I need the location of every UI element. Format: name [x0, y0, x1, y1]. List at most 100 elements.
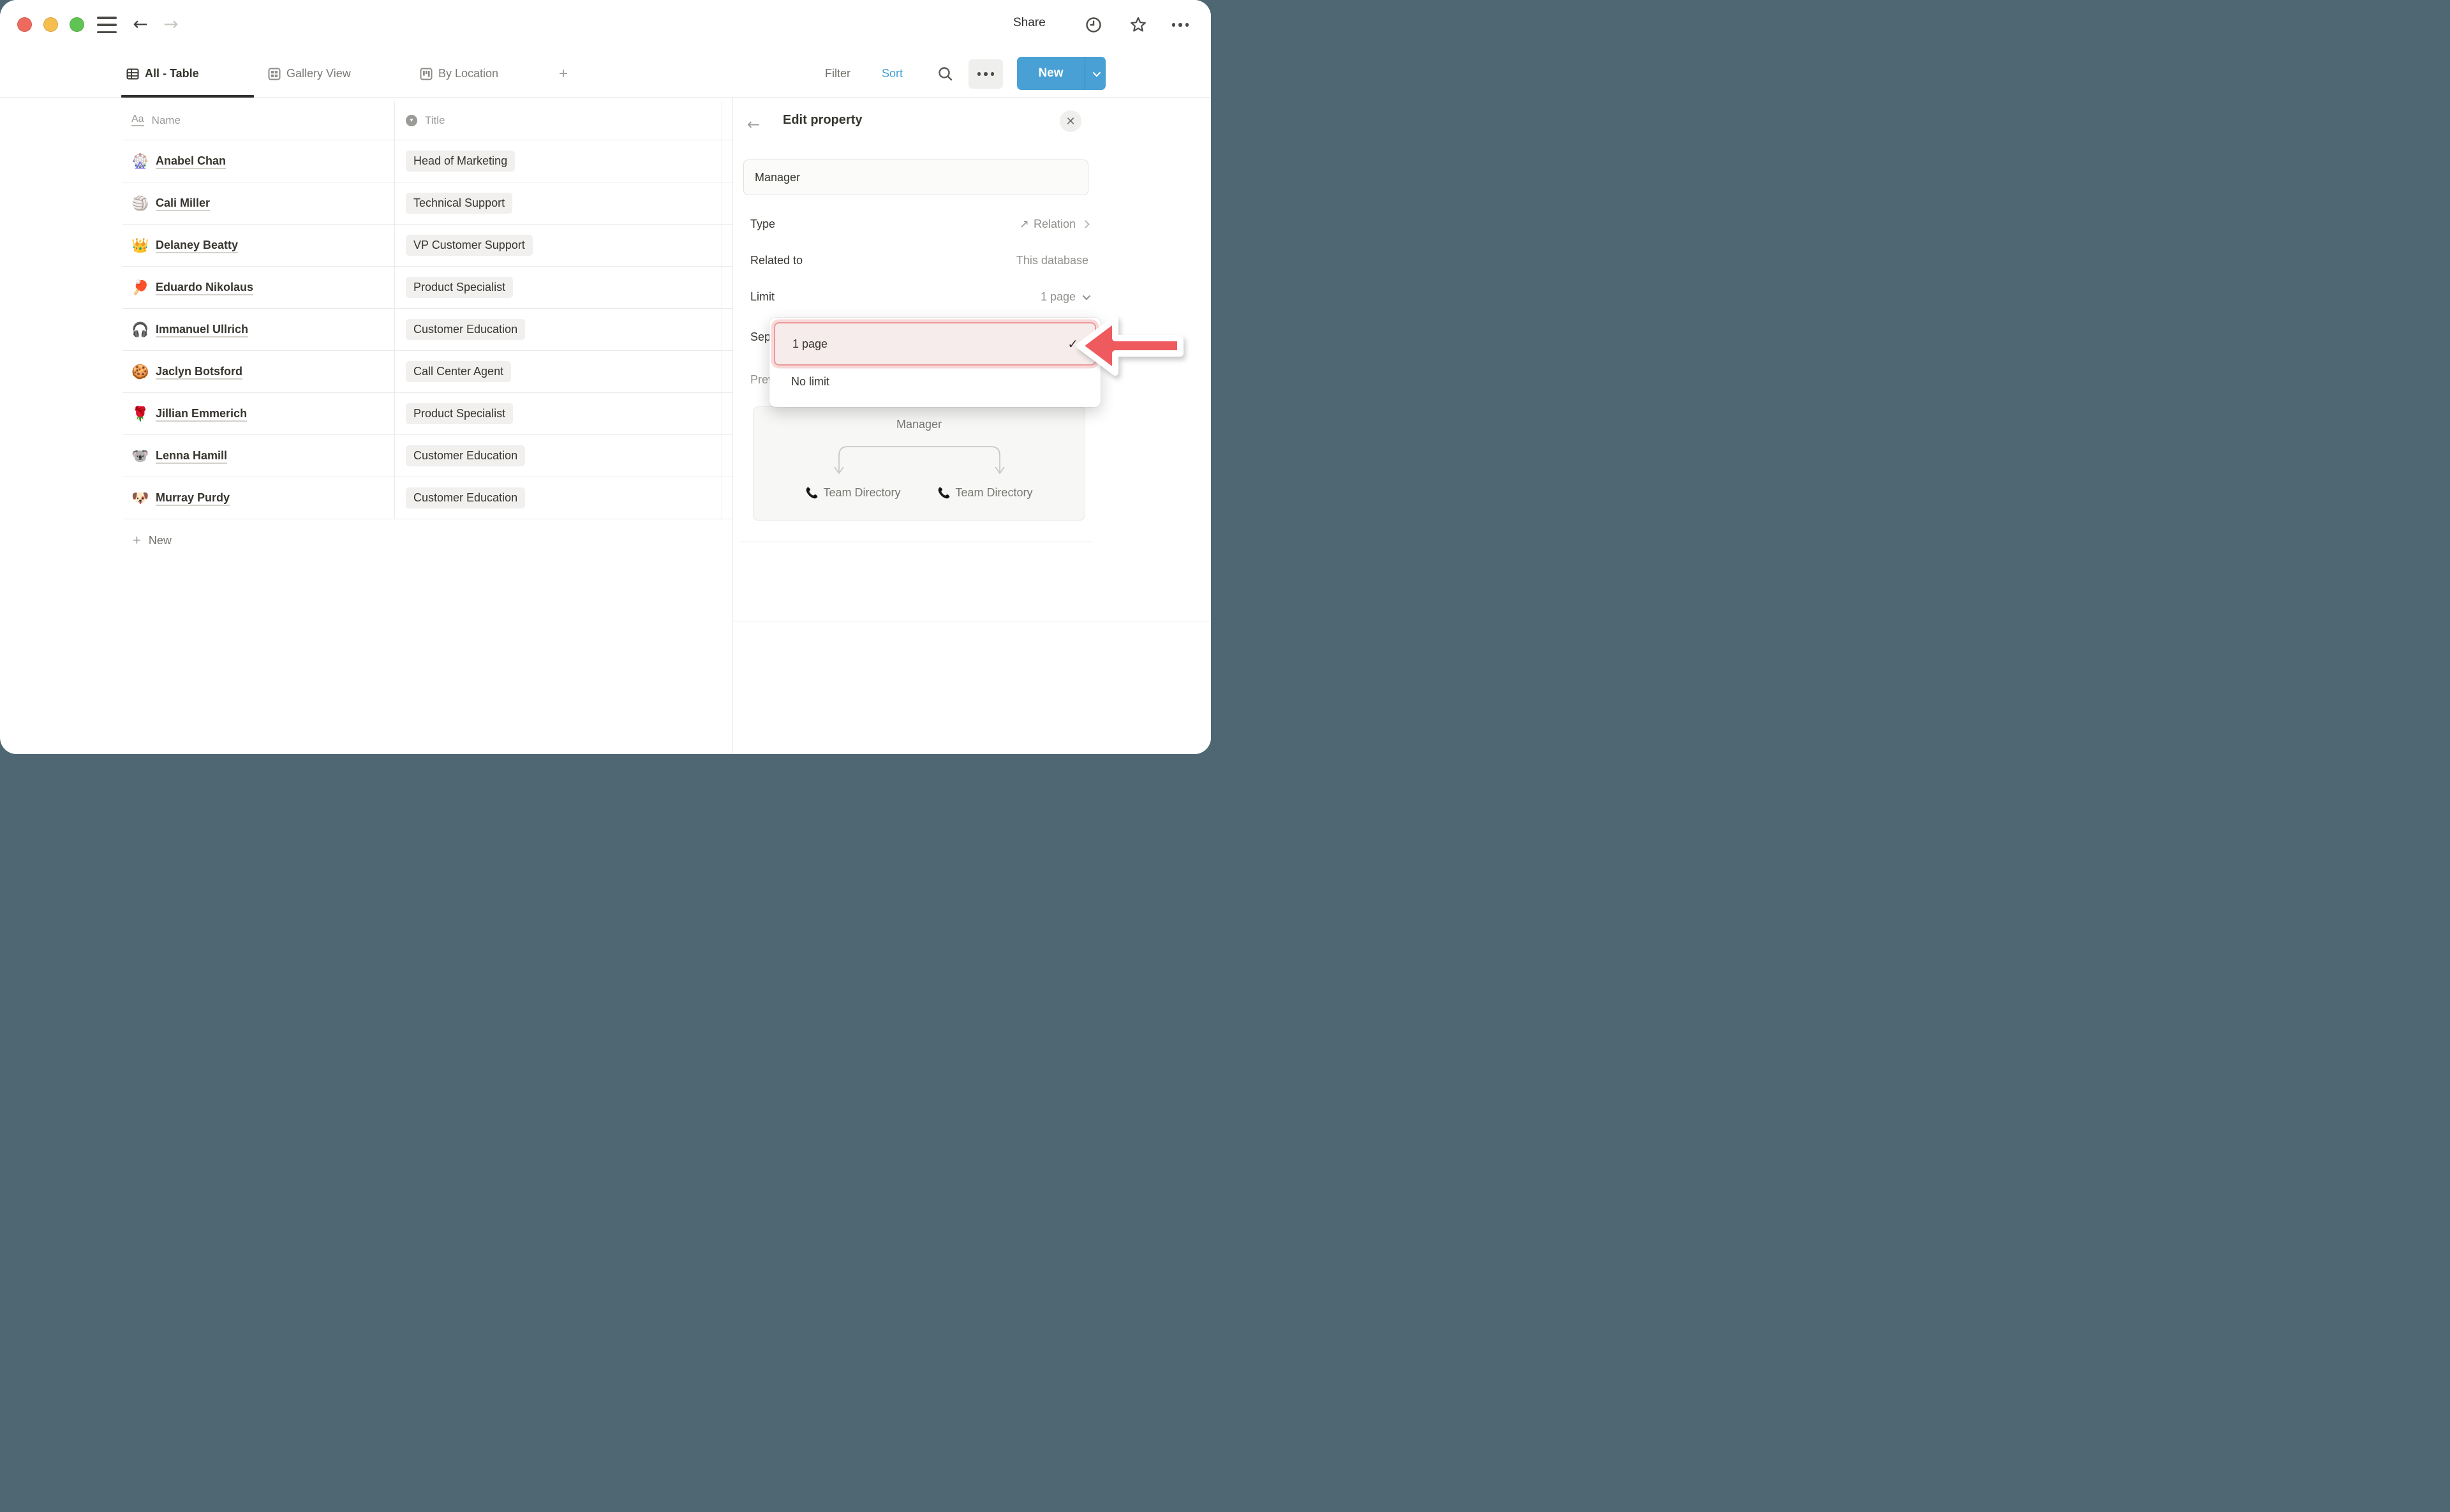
database-table: Aa Name ▼ Title 🎡 Anabel Chan Head of Mar…: [122, 101, 733, 561]
limit-dropdown-menu: 1 page ✓ No limit: [769, 318, 1101, 407]
column-header-title[interactable]: ▼ Title: [394, 114, 733, 127]
new-row-button[interactable]: + New: [122, 519, 733, 561]
title-value[interactable]: Customer Education: [406, 487, 525, 508]
chevron-down-icon: [1083, 292, 1091, 300]
table-row[interactable]: 👑 Delaney Beatty VP Customer Support: [122, 225, 733, 267]
page-emoji: 🎧: [131, 322, 148, 338]
page-emoji: 🏓: [131, 279, 148, 296]
gallery-view-icon: [268, 68, 281, 80]
minimize-window-button[interactable]: [43, 17, 58, 32]
active-tab-underline: [121, 95, 254, 98]
field-label-type: Type: [750, 218, 775, 231]
page-name-link[interactable]: Jillian Emmerich: [156, 407, 247, 420]
page-emoji: 🌹: [131, 406, 148, 422]
traffic-lights: [17, 17, 84, 32]
page-emoji: 🐨: [131, 448, 148, 464]
table-row[interactable]: 🌹 Jillian Emmerich Product Specialist: [122, 393, 733, 435]
title-value[interactable]: Product Specialist: [406, 403, 513, 424]
page-name-link[interactable]: Eduardo Nikolaus: [156, 281, 253, 294]
limit-option-1-page[interactable]: 1 page ✓: [774, 322, 1096, 366]
close-window-button[interactable]: [17, 17, 32, 32]
page-name-link[interactable]: Cali Miller: [156, 196, 210, 210]
field-value-limit[interactable]: 1 page: [878, 290, 1088, 304]
tab-by-location[interactable]: By Location: [420, 50, 498, 98]
title-value[interactable]: Customer Education: [406, 319, 525, 340]
title-value[interactable]: VP Customer Support: [406, 235, 533, 256]
title-property-icon: Aa: [131, 114, 144, 126]
panel-back-icon[interactable]: ←: [747, 115, 760, 133]
column-divider[interactable]: [394, 101, 395, 519]
table-row[interactable]: 🍪Jaclyn Botsford Call Center Agent: [122, 351, 733, 393]
field-label-separate-clipped: Sep: [750, 330, 771, 344]
sidebar-menu-icon[interactable]: [97, 17, 117, 33]
column-header-name[interactable]: Aa Name: [122, 114, 394, 127]
property-name-input[interactable]: Manager: [743, 159, 1088, 195]
favorite-star-icon[interactable]: [1127, 14, 1150, 36]
share-button[interactable]: Share: [1013, 16, 1046, 30]
relation-branch-lines: [830, 438, 1009, 480]
field-label-related-to: Related to: [750, 254, 803, 267]
title-value[interactable]: Head of Marketing: [406, 151, 515, 172]
new-button[interactable]: New: [1017, 57, 1085, 90]
new-dropdown-button[interactable]: [1085, 57, 1106, 90]
field-value-related-to[interactable]: This database: [878, 254, 1088, 267]
page-name-link[interactable]: Anabel Chan: [156, 154, 226, 168]
tab-label: By Location: [438, 67, 498, 80]
title-value[interactable]: Technical Support: [406, 193, 512, 214]
page-emoji: 🎡: [131, 153, 148, 170]
preview-root-label: Manager: [754, 418, 1085, 431]
panel-close-icon[interactable]: ✕: [1060, 110, 1081, 132]
table-row[interactable]: 🏓 Eduardo Nikolaus Product Specialist: [122, 267, 733, 309]
page-name-link[interactable]: Lenna Hamill: [156, 449, 227, 463]
board-view-icon: [420, 68, 433, 80]
table-row[interactable]: 🎧 Immanuel Ullrich Customer Education: [122, 309, 733, 351]
page-emoji: 👑: [131, 237, 148, 254]
title-value[interactable]: Call Center Agent: [406, 361, 511, 382]
column-label: Title: [425, 114, 445, 127]
relation-arrow-icon: ↗: [1020, 218, 1029, 231]
page-name-link[interactable]: Murray Purdy: [156, 491, 230, 505]
updates-clock-icon[interactable]: [1082, 14, 1105, 36]
sort-button[interactable]: Sort: [882, 50, 903, 98]
add-view-button[interactable]: +: [559, 50, 568, 98]
related-page-label: Team Directory: [823, 486, 900, 500]
back-arrow-icon[interactable]: ←: [128, 11, 153, 37]
annotation-arrow-icon: [1073, 311, 1191, 381]
tab-label: All - Table: [145, 67, 199, 80]
table-row[interactable]: 🎡 Anabel Chan Head of Marketing: [122, 140, 733, 182]
table-header-row: Aa Name ▼ Title: [122, 101, 733, 140]
chevron-down-icon: [1092, 68, 1101, 77]
table-view-icon: [126, 68, 139, 80]
tab-gallery-view[interactable]: Gallery View: [268, 50, 351, 98]
view-options-button[interactable]: [969, 59, 1003, 89]
page-name-link[interactable]: Jaclyn Botsford: [156, 365, 242, 378]
panel-title: Edit property: [783, 113, 862, 128]
limit-option-no-limit[interactable]: No limit: [791, 375, 829, 389]
tab-label: Gallery View: [286, 67, 351, 80]
table-row[interactable]: 🐶 Murray Purdy Customer Education: [122, 477, 733, 519]
ellipsis-icon: [977, 72, 995, 76]
tab-all-table[interactable]: All - Table: [126, 50, 199, 98]
filter-button[interactable]: Filter: [825, 50, 850, 98]
related-page-label: Team Directory: [955, 486, 1032, 500]
table-row[interactable]: 🐨 Lenna Hamill Customer Education: [122, 435, 733, 477]
screenshot-stage: ← → Share All - Table: [0, 0, 1225, 756]
table-row[interactable]: 🏐Cali Miller Technical Support: [122, 182, 733, 225]
search-icon[interactable]: [933, 63, 958, 85]
select-property-icon: ▼: [406, 115, 417, 126]
title-value[interactable]: Customer Education: [406, 445, 525, 466]
zoom-window-button[interactable]: [70, 17, 84, 32]
phone-icon: 📞: [938, 487, 951, 500]
forward-arrow-icon: →: [158, 11, 184, 37]
more-options-icon[interactable]: [1169, 14, 1192, 36]
page-emoji: 🐶: [131, 490, 148, 507]
page-name-link[interactable]: Delaney Beatty: [156, 239, 238, 252]
new-button-group: New: [1017, 57, 1106, 90]
related-page-item: 📞 Team Directory: [938, 486, 1033, 500]
title-value[interactable]: Product Specialist: [406, 277, 513, 298]
field-value-type[interactable]: ↗ Relation: [878, 218, 1088, 231]
page-name-link[interactable]: Immanuel Ullrich: [156, 323, 248, 336]
plus-icon: +: [133, 532, 141, 549]
related-page-item: 📞 Team Directory: [806, 486, 901, 500]
phone-icon: 📞: [806, 487, 819, 500]
